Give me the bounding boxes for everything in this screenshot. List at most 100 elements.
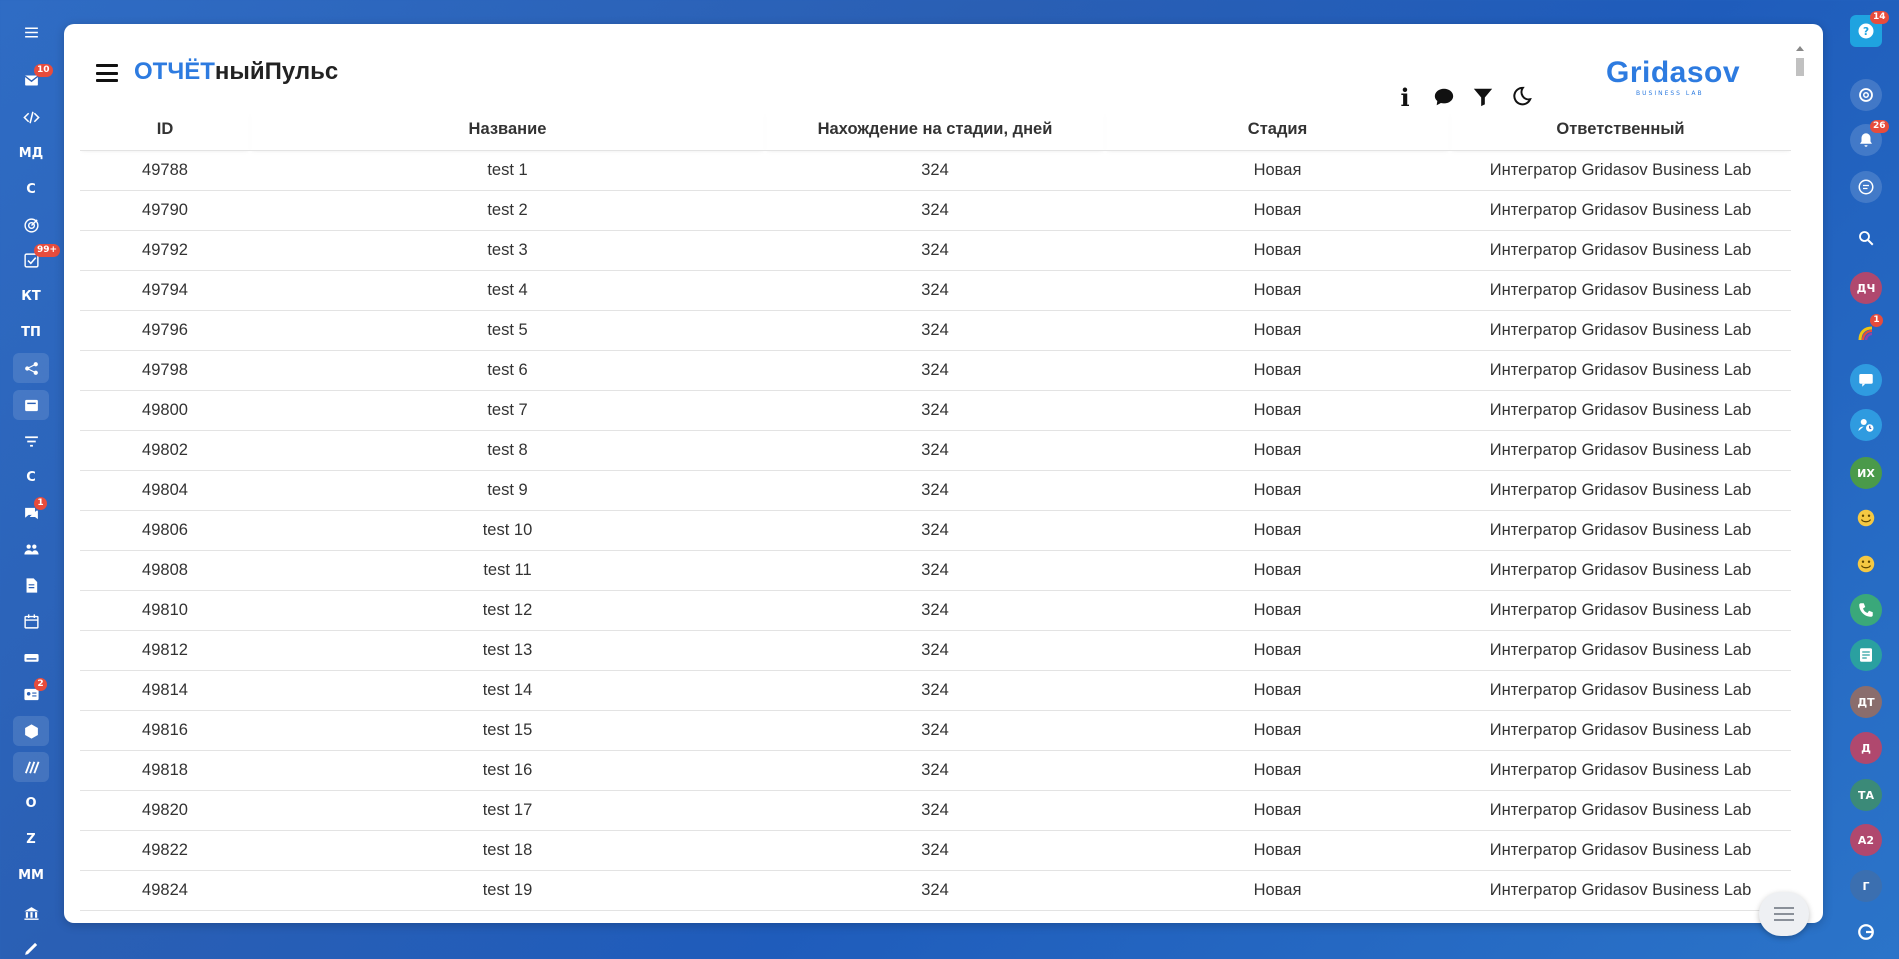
table-row[interactable]: 49790 test 2 324 Новая Интегратор Gridasov B… — [80, 190, 1791, 231]
sidebar-item-drive[interactable] — [13, 642, 49, 672]
cell-id: 49802 — [80, 430, 250, 471]
message-icon — [1859, 374, 1873, 387]
notes-icon — [1860, 648, 1872, 662]
column-header-responsible[interactable]: Ответственный — [1450, 110, 1791, 151]
cell-id: 49812 — [80, 630, 250, 671]
sidebar-item[interactable]: МД — [13, 138, 49, 168]
sidebar-item[interactable]: С — [13, 174, 49, 204]
sidebar-item-code[interactable] — [13, 102, 49, 132]
table-row[interactable]: 49820 test 17 324 Новая Интегратор Gridasov … — [80, 790, 1791, 831]
sidebar-item-share-nodes[interactable] — [13, 353, 49, 383]
scroll-up-arrow[interactable] — [1796, 46, 1804, 51]
table-row[interactable]: 49800 test 7 324 Новая Интегратор Gridasov B… — [80, 390, 1791, 431]
table-row[interactable]: 49812 test 13 324 Новая Интегратор Gridasov … — [80, 630, 1791, 671]
cell-days: 324 — [765, 830, 1105, 871]
cell-responsible: Интегратор Gridasov Business Lab — [1450, 270, 1791, 311]
vertical-scrollbar[interactable] — [1793, 42, 1807, 922]
sidebar-item-box[interactable] — [13, 716, 49, 746]
user-avatar[interactable]: ДЧ — [1850, 272, 1882, 304]
sidebar-item-stripes[interactable] — [13, 752, 49, 782]
table-row[interactable]: 49808 test 11 324 Новая Интегратор Gridasov … — [80, 550, 1791, 591]
info-button[interactable]: i — [1391, 83, 1419, 112]
right-sidebar-help[interactable]: ? 14 — [1850, 11, 1889, 47]
cell-name: test 4 — [250, 270, 765, 311]
cell-name: test 6 — [250, 350, 765, 391]
table-row[interactable]: 49816 test 15 324 Новая Интегратор Gridasov … — [80, 710, 1791, 751]
column-header-id[interactable]: ID — [80, 110, 250, 151]
cell-name: test 13 — [250, 630, 765, 671]
menu-toggle-button[interactable] — [96, 64, 118, 82]
right-sidebar-spiral-logo[interactable] — [1850, 916, 1882, 948]
table-row[interactable]: 49818 test 16 324 Новая Интегратор Gridasov … — [80, 750, 1791, 791]
sidebar-item-document[interactable] — [13, 570, 49, 600]
table-row[interactable]: 49804 test 9 324 Новая Интегратор Gridasov B… — [80, 470, 1791, 511]
scroll-thumb[interactable] — [1796, 58, 1804, 76]
user-avatar[interactable]: ДТ — [1850, 686, 1882, 718]
table-row[interactable]: 49788 test 1 324 Новая Интегратор Gridasov B… — [80, 150, 1791, 191]
filter-button[interactable] — [1469, 83, 1497, 111]
column-header-days-on-stage[interactable]: Нахождение на стадии, дней — [765, 110, 1105, 151]
table-row[interactable]: 49814 test 14 324 Новая Интегратор Gridasov … — [80, 670, 1791, 711]
cell-responsible: Интегратор Gridasov Business Lab — [1450, 590, 1791, 631]
user-avatar[interactable]: А2 — [1850, 824, 1882, 856]
cell-stage: Новая — [1105, 310, 1450, 351]
right-sidebar-bell[interactable]: 26 — [1850, 120, 1889, 156]
sidebar-item[interactable]: ТП — [13, 317, 49, 347]
cell-responsible: Интегратор Gridasov Business Lab — [1450, 870, 1791, 911]
notification-badge: 10 — [34, 64, 53, 77]
right-sidebar-colorful-app[interactable]: 1 — [1850, 314, 1883, 350]
sidebar-item[interactable]: ММ — [13, 860, 49, 890]
left-sidebar: 10 МД С 99+ КТ ТП С 1 2 О Z ММ — [0, 0, 62, 959]
sidebar-item[interactable]: КТ — [13, 281, 49, 311]
right-sidebar-spiral[interactable] — [1850, 79, 1882, 111]
chat-button[interactable] — [1430, 83, 1458, 111]
right-sidebar-search[interactable] — [1850, 222, 1882, 254]
sidebar-item[interactable]: С — [13, 462, 49, 492]
right-sidebar-phone[interactable] — [1850, 594, 1882, 626]
sidebar-item-hamburger[interactable] — [13, 17, 49, 47]
sidebar-item-task-check[interactable]: 99+ — [13, 244, 61, 275]
sidebar-item-mail[interactable]: 10 — [13, 64, 53, 95]
logo-word: Gridasov — [1606, 56, 1741, 89]
user-avatar[interactable]: ИХ — [1850, 457, 1882, 489]
chat-icon — [1434, 88, 1454, 106]
right-sidebar-smiley[interactable] — [1850, 502, 1882, 534]
sidebar-item-chat[interactable]: 1 — [13, 497, 49, 528]
table-row[interactable]: 49798 test 6 324 Новая Интегратор Gridasov B… — [80, 350, 1791, 391]
table-row[interactable]: 49802 test 8 324 Новая Интегратор Gridasov B… — [80, 430, 1791, 471]
sidebar-item-contact-card[interactable]: 2 — [13, 678, 49, 709]
sidebar-item-pen[interactable] — [13, 933, 49, 959]
sidebar-item[interactable]: Z — [13, 824, 49, 854]
right-sidebar-chat-bubble[interactable] — [1850, 171, 1882, 203]
theme-toggle-button[interactable] — [1507, 83, 1535, 111]
sidebar-item-filter-lines[interactable] — [13, 426, 49, 456]
cell-stage: Новая — [1105, 630, 1450, 671]
cell-days: 324 — [765, 310, 1105, 351]
right-sidebar-smiley[interactable] — [1850, 548, 1882, 580]
table-row[interactable]: 49822 test 18 324 Новая Интегратор Gridasov … — [80, 830, 1791, 871]
table-row[interactable]: 49792 test 3 324 Новая Интегратор Gridasov B… — [80, 230, 1791, 271]
right-sidebar-user-clock[interactable] — [1850, 409, 1882, 441]
user-avatar[interactable]: Д — [1850, 732, 1882, 764]
sidebar-item-calendar[interactable] — [13, 606, 49, 636]
user-avatar[interactable]: ТА — [1850, 779, 1882, 811]
table-row[interactable]: 49796 test 5 324 Новая Интегратор Gridasov B… — [80, 310, 1791, 351]
sidebar-item-target[interactable] — [13, 210, 49, 240]
table-row[interactable]: 49824 test 19 324 Новая Интегратор Gridasov … — [80, 870, 1791, 911]
user-avatar[interactable]: Г — [1850, 870, 1882, 902]
avatar-initials: А2 — [1857, 833, 1875, 847]
sidebar-item-users[interactable] — [13, 534, 49, 564]
right-sidebar-message[interactable] — [1850, 364, 1882, 396]
table-header-row: ID Название Нахождение на стадии, дней С… — [80, 110, 1791, 151]
column-header-stage[interactable]: Стадия — [1105, 110, 1450, 151]
table-row[interactable]: 49810 test 12 324 Новая Интегратор Gridasov … — [80, 590, 1791, 631]
right-sidebar-notes[interactable] — [1850, 639, 1882, 671]
table-row[interactable]: 49806 test 10 324 Новая Интегратор Gridasov … — [80, 510, 1791, 551]
table-row[interactable]: 49794 test 4 324 Новая Интегратор Gridasov B… — [80, 270, 1791, 311]
column-header-name[interactable]: Название — [250, 110, 765, 151]
report-table-container: ID Название Нахождение на стадии, дней С… — [80, 110, 1791, 920]
sidebar-item-bank[interactable] — [13, 898, 49, 928]
sidebar-item-card[interactable] — [13, 390, 49, 420]
floating-list-button[interactable] — [1759, 892, 1809, 936]
sidebar-item[interactable]: О — [13, 788, 49, 818]
